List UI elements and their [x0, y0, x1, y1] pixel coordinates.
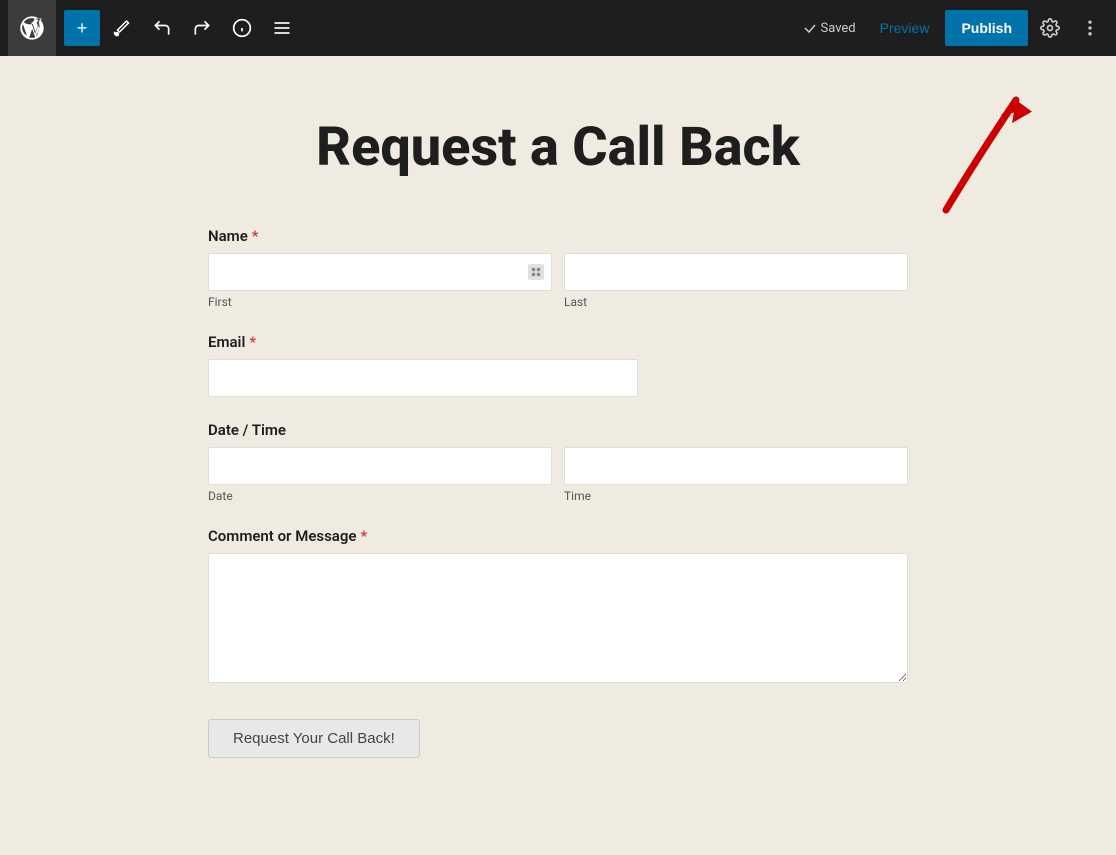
email-required-star: * [249, 333, 256, 351]
datetime-field: Date / Time Date Time [208, 421, 908, 503]
page-title: Request a Call Back [316, 116, 800, 179]
message-required-star: * [360, 527, 367, 545]
brush-icon-button[interactable] [104, 10, 140, 46]
message-label: Comment or Message * [208, 527, 908, 545]
date-input[interactable] [208, 447, 552, 485]
redo-icon [192, 18, 212, 38]
first-name-col: First [208, 253, 552, 309]
last-name-input[interactable] [564, 253, 908, 291]
time-sublabel: Time [564, 489, 908, 503]
wordpress-icon [18, 14, 46, 42]
undo-icon [152, 18, 172, 38]
list-view-button[interactable] [264, 10, 300, 46]
name-row: First Last [208, 253, 908, 309]
redo-button[interactable] [184, 10, 220, 46]
message-textarea[interactable] [208, 553, 908, 683]
add-block-button[interactable]: + [64, 10, 100, 46]
preview-button[interactable]: Preview [868, 14, 942, 42]
settings-button[interactable] [1032, 10, 1068, 46]
first-name-sublabel: First [208, 295, 552, 309]
main-content: Request a Call Back Name * [0, 56, 1116, 855]
brush-icon [112, 18, 132, 38]
first-name-wrapper [208, 253, 552, 291]
autocomplete-icon [528, 264, 544, 280]
toolbar: + [0, 0, 1116, 56]
submit-button[interactable]: Request Your Call Back! [208, 719, 420, 758]
date-col: Date [208, 447, 552, 503]
datetime-row: Date Time [208, 447, 908, 503]
datetime-label: Date / Time [208, 421, 908, 439]
more-options-button[interactable] [1072, 10, 1108, 46]
saved-label-text: Saved [821, 21, 856, 36]
email-label: Email * [208, 333, 908, 351]
list-icon [272, 18, 292, 38]
date-sublabel: Date [208, 489, 552, 503]
info-button[interactable] [224, 10, 260, 46]
publish-button[interactable]: Publish [945, 10, 1028, 46]
grid-icon [531, 267, 541, 277]
email-field: Email * [208, 333, 908, 397]
name-required-star: * [252, 227, 259, 245]
email-input[interactable] [208, 359, 638, 397]
wp-logo [8, 0, 56, 56]
undo-button[interactable] [144, 10, 180, 46]
name-field: Name * [208, 227, 908, 309]
info-icon [232, 18, 252, 38]
gear-icon [1040, 18, 1060, 38]
last-name-sublabel: Last [564, 295, 908, 309]
checkmark-icon [803, 21, 817, 35]
ellipsis-icon [1080, 18, 1100, 38]
form-container: Name * [208, 227, 908, 758]
time-col: Time [564, 447, 908, 503]
first-name-input[interactable] [208, 253, 552, 291]
name-label: Name * [208, 227, 908, 245]
message-field: Comment or Message * [208, 527, 908, 687]
saved-status: Saved [803, 21, 856, 36]
last-name-col: Last [564, 253, 908, 309]
time-input[interactable] [564, 447, 908, 485]
